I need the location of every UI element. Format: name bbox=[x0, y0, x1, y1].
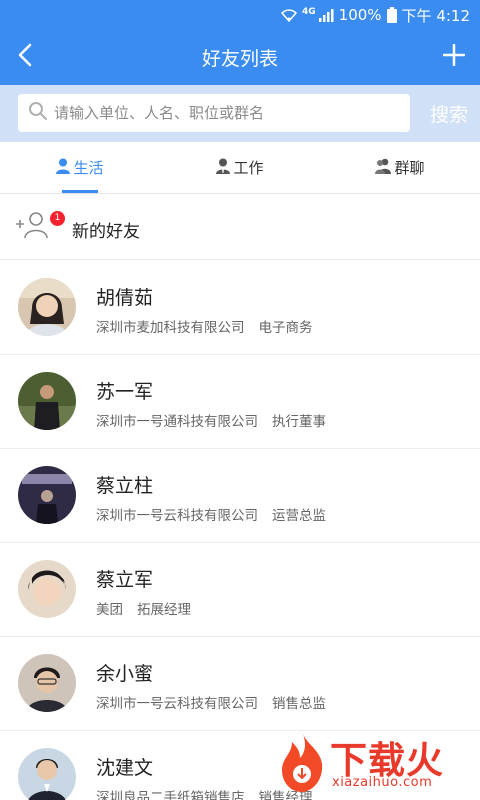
tab-label: 群聊 bbox=[394, 159, 425, 177]
wifi-icon bbox=[281, 8, 297, 22]
contact-details: 深圳市一号通科技有限公司 执行董事 bbox=[96, 410, 326, 430]
search-box[interactable] bbox=[18, 94, 410, 132]
contact-list: 胡倩茹 深圳市麦加科技有限公司 电子商务 苏一军 深圳市一号通科技有限公司 执行董事… bbox=[0, 261, 480, 800]
contact-details: 美团 拓展经理 bbox=[96, 598, 191, 618]
contact-row[interactable]: 胡倩茹 深圳市麦加科技有限公司 电子商务 bbox=[0, 261, 480, 355]
avatar bbox=[18, 372, 76, 430]
add-friend-button[interactable] bbox=[438, 41, 470, 73]
contact-role: 运营总监 bbox=[272, 508, 326, 524]
contact-row[interactable]: 蔡立柱 深圳市一号云科技有限公司 运营总监 bbox=[0, 449, 480, 543]
clock: 下午 4:12 bbox=[401, 6, 470, 25]
watermark: 下载火 xiazaihuo.com bbox=[278, 730, 476, 800]
battery-icon bbox=[386, 7, 397, 23]
avatar bbox=[18, 748, 76, 800]
status-icons: 4G 100% 下午 4:12 bbox=[281, 4, 470, 26]
contact-name: 苏一军 bbox=[96, 381, 154, 403]
contact-company: 深圳市麦加科技有限公司 bbox=[96, 320, 245, 336]
contact-company: 深圳市一号通科技有限公司 bbox=[96, 414, 258, 430]
battery-percent: 100% bbox=[338, 6, 382, 24]
contact-company: 深圳市一号云科技有限公司 bbox=[96, 508, 258, 524]
group-icon bbox=[375, 158, 392, 178]
avatar bbox=[18, 278, 76, 336]
tab-label: 工作 bbox=[233, 159, 264, 177]
new-friends-row[interactable]: 1 新的好友 bbox=[0, 194, 480, 260]
avatar bbox=[18, 466, 76, 524]
plus-icon bbox=[442, 43, 466, 70]
contact-details: 深圳市麦加科技有限公司 电子商务 bbox=[96, 316, 313, 336]
search-bar: 搜索 bbox=[0, 85, 480, 142]
contact-company: 深圳市一号云科技有限公司 bbox=[96, 696, 258, 712]
contact-details: 深圳市一号云科技有限公司 销售总监 bbox=[96, 692, 326, 712]
search-input[interactable] bbox=[54, 104, 384, 122]
avatar bbox=[18, 560, 76, 618]
contact-role: 执行董事 bbox=[272, 414, 326, 430]
contact-name: 蔡立军 bbox=[96, 569, 154, 591]
tab-work[interactable]: 工作 bbox=[160, 142, 320, 193]
watermark-url: xiazaihuo.com bbox=[332, 775, 433, 790]
contact-company: 美团 bbox=[96, 602, 123, 618]
contact-name: 蔡立柱 bbox=[96, 475, 154, 497]
nav-bar: 好友列表 bbox=[0, 30, 480, 85]
contact-row[interactable]: 苏一军 深圳市一号通科技有限公司 执行董事 bbox=[0, 355, 480, 449]
add-person-icon bbox=[16, 211, 48, 243]
flame-logo-icon bbox=[278, 732, 328, 798]
suit-person-icon bbox=[216, 158, 231, 178]
search-icon bbox=[18, 101, 48, 125]
tab-label: 生活 bbox=[73, 159, 104, 177]
contact-role: 拓展经理 bbox=[137, 602, 191, 618]
tab-life[interactable]: 生活 bbox=[0, 142, 160, 193]
contact-name: 胡倩茹 bbox=[96, 287, 154, 309]
new-friends-label: 新的好友 bbox=[72, 222, 140, 242]
person-icon bbox=[56, 158, 71, 178]
status-bar: 4G 100% 下午 4:12 bbox=[0, 0, 480, 30]
page-title: 好友列表 bbox=[201, 48, 278, 70]
contact-role: 电子商务 bbox=[258, 320, 313, 336]
contact-row[interactable]: 余小蜜 深圳市一号云科技有限公司 销售总监 bbox=[0, 637, 480, 731]
contact-name: 余小蜜 bbox=[96, 663, 154, 685]
network-type: 4G bbox=[302, 6, 316, 17]
avatar bbox=[18, 654, 76, 712]
contact-company: 深圳良品二手纸箱销售店 bbox=[96, 790, 245, 800]
new-friend-count-badge: 1 bbox=[50, 211, 65, 226]
contact-name: 沈建文 bbox=[96, 757, 154, 779]
contact-row[interactable]: 蔡立军 美团 拓展经理 bbox=[0, 543, 480, 637]
tab-group-chat[interactable]: 群聊 bbox=[320, 142, 480, 193]
search-button[interactable]: 搜索 bbox=[430, 100, 468, 127]
contact-role: 销售总监 bbox=[272, 696, 326, 712]
tab-bar: 生活 工作 群聊 bbox=[0, 142, 480, 194]
contact-details: 深圳市一号云科技有限公司 运营总监 bbox=[96, 504, 326, 524]
signal-icon bbox=[318, 8, 334, 22]
